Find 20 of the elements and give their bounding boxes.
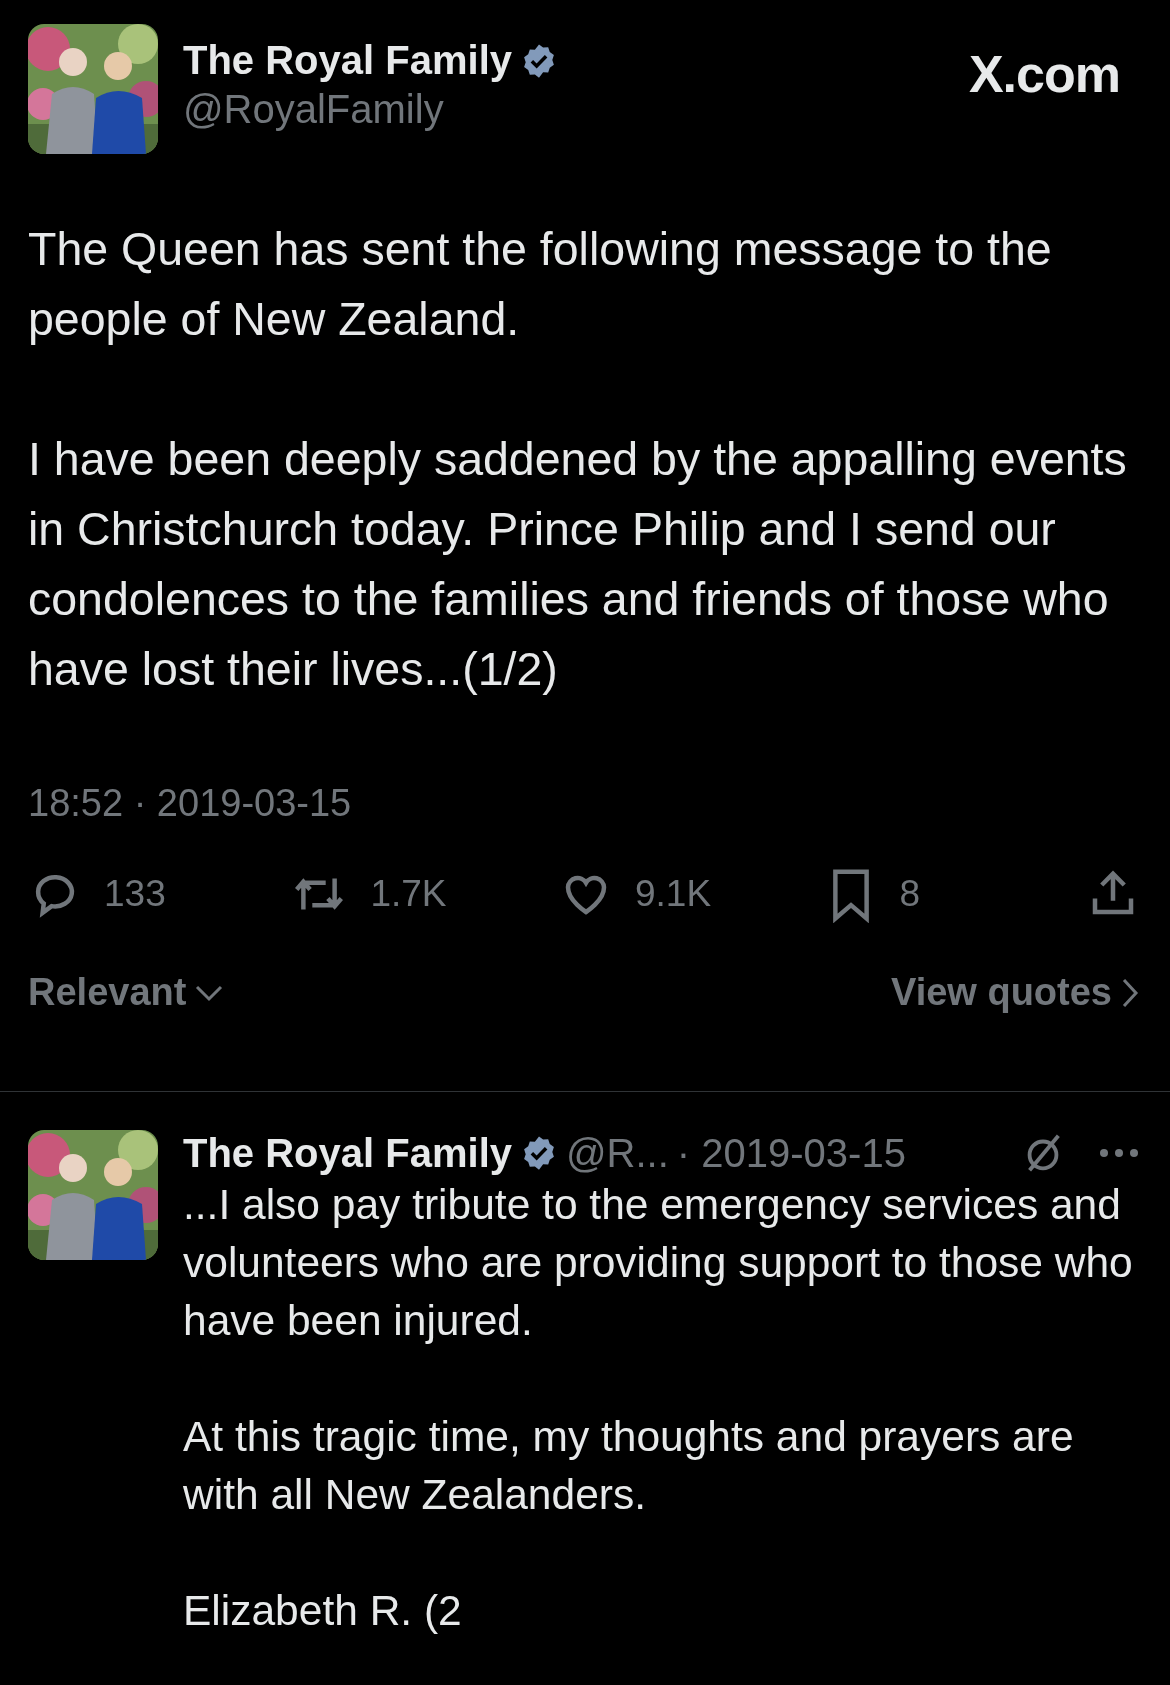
post-text: The Queen has sent the following message to the people of New Zealand. — [28, 222, 1053, 347]
chevron-right-icon — [1120, 976, 1140, 1009]
site-logo-text: X.com — [968, 44, 1120, 104]
reply-text: At this tragic time, my thoughts and prayers are with all New Zealanders. — [183, 1412, 1075, 1520]
post-timestamp: 18:52 · 2019-03-15 — [28, 782, 353, 825]
reply-date: · 2019-03-15 — [676, 1130, 906, 1176]
more-options-icon[interactable] — [1098, 1147, 1140, 1159]
bookmark-button[interactable]: 8 — [823, 865, 974, 923]
author-name: The Royal Family — [183, 38, 512, 83]
reply-button[interactable]: 133 — [28, 867, 178, 921]
post-text: I have been deeply saddened by the appalling events in Christchurch today. Prince Philip and I send our condolences to the families and friends of those who have lost their lives...(1/2) — [28, 432, 1128, 697]
author-name: The Royal Family — [183, 1130, 512, 1176]
sort-dropdown[interactable]: Relevant — [28, 971, 225, 1014]
author-handle: @RoyalFamily — [183, 87, 445, 132]
reply-text: Elizabeth R. (2 — [183, 1586, 463, 1636]
reply-text: ...I also pay tribute to the emergency services and volunteers who are providing support to those who have been injured. — [183, 1180, 1134, 1346]
like-button[interactable]: 9.1K — [559, 867, 712, 921]
view-quotes-link[interactable]: View quotes — [890, 971, 1140, 1014]
repost-button[interactable]: 1.7K — [290, 867, 447, 921]
author-handle: @R... — [566, 1130, 669, 1176]
